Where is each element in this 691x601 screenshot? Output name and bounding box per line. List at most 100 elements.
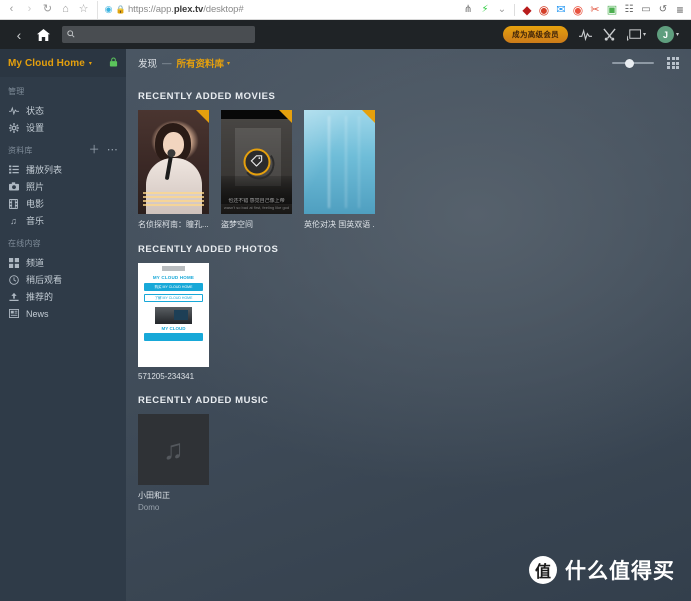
grid-view-icon[interactable]: [667, 57, 679, 69]
gear-icon: [8, 122, 19, 133]
cast-icon[interactable]: ▾: [626, 28, 646, 41]
eye-extension-icon[interactable]: ◉: [571, 2, 585, 18]
history-extension-icon[interactable]: ↺: [656, 2, 670, 18]
movies-row: 名侦探柯南：瞳孔... 也还不错 感觉自己像上帝 wasn't so bad a…: [138, 110, 679, 230]
search-input-wrapper[interactable]: [62, 26, 255, 43]
sidebar-item-playlists[interactable]: 播放列表: [0, 161, 126, 178]
movie-poster[interactable]: 也还不错 感觉自己像上帝 wasn't so bad at first, fee…: [221, 110, 292, 214]
back-icon[interactable]: ‹: [3, 1, 20, 18]
puzzle-extension-icon[interactable]: ▣: [605, 2, 619, 18]
main-content: 发现 — 所有资料库 ▾ RECENTLY ADDED MOVIES 名侦探柯南…: [126, 49, 691, 601]
breadcrumb-separator: —: [162, 57, 172, 69]
upload-icon: [8, 292, 19, 302]
art-shape: [144, 333, 203, 341]
sidebar-item-news[interactable]: News: [0, 305, 126, 322]
sidebar-group-title-libraries: 资料库 ＋ ⋯: [0, 136, 126, 161]
sidebar-item-music[interactable]: ♫ 音乐: [0, 212, 126, 229]
header-actions: 成为高级会员 ▾ J ▾: [503, 26, 683, 43]
poster-artwork: [304, 110, 375, 214]
view-controls: [612, 57, 679, 69]
photo-art-button-secondary: 了解 MY CLOUD HOME: [144, 294, 203, 302]
user-menu[interactable]: J ▾: [656, 26, 679, 43]
movie-card[interactable]: 英伦对决 国英双语 ...: [304, 110, 375, 230]
breadcrumb-all-libraries[interactable]: 所有资料库: [177, 56, 225, 70]
mail-extension-icon[interactable]: ✉: [554, 2, 568, 18]
app-back-icon[interactable]: ‹: [8, 24, 30, 46]
home-icon[interactable]: ⌂: [57, 1, 74, 18]
photo-art-button-primary: 购买 MY CLOUD HOME: [144, 283, 203, 291]
movie-poster[interactable]: [304, 110, 375, 214]
activity-icon[interactable]: [578, 28, 592, 41]
sidebar-group-title-online: 在线内容: [0, 229, 126, 254]
reload-icon[interactable]: ↻: [39, 1, 56, 18]
tag-icon[interactable]: [250, 155, 263, 170]
chevron-down-icon[interactable]: ⌄: [495, 2, 509, 18]
lock-icon: 🔒: [115, 5, 126, 14]
watermark-text: 什么值得买: [565, 559, 675, 583]
group-label: 在线内容: [8, 239, 41, 248]
movie-card[interactable]: 名侦探柯南：瞳孔...: [138, 110, 209, 230]
sidebar-item-channels[interactable]: 频道: [0, 254, 126, 271]
avatar[interactable]: J: [656, 26, 674, 43]
page-info-icon[interactable]: ◉: [104, 4, 113, 14]
device-extension-icon[interactable]: ▭: [639, 2, 653, 18]
breadcrumb: 发现 — 所有资料库 ▾: [126, 49, 691, 77]
app-home-icon[interactable]: [30, 24, 56, 46]
add-library-button[interactable]: ＋: [89, 145, 100, 156]
movie-card[interactable]: 也还不错 感觉自己像上帝 wasn't so bad at first, fee…: [221, 110, 292, 230]
photo-thumbnail[interactable]: MY CLOUD HOME 购买 MY CLOUD HOME 了解 MY CLO…: [138, 263, 209, 367]
sidebar-item-watch-later[interactable]: 稍后观看: [0, 271, 126, 288]
album-thumbnail[interactable]: ♫: [138, 414, 209, 485]
user-caret-icon[interactable]: ▾: [676, 31, 679, 38]
channels-grid-icon: [8, 257, 19, 268]
cast-caret-icon[interactable]: ▾: [643, 31, 646, 38]
menu-icon[interactable]: ≡: [673, 2, 687, 18]
album-card[interactable]: ♫ 小田和正 Domo: [138, 414, 209, 512]
share-icon[interactable]: ⋔: [461, 2, 475, 18]
poster-artwork: [138, 110, 209, 214]
bookmark-star-icon[interactable]: ☆: [75, 1, 92, 18]
shield-extension-icon[interactable]: ◆: [520, 2, 534, 18]
section-title: RECENTLY ADDED MUSIC: [138, 395, 269, 406]
sidebar-item-label: 频道: [26, 258, 45, 268]
browser-extensions: ⋔ ⚡ ⌄ ◆ ◉ ✉ ◉ ✂ ▣ ☷ ▭ ↺ ≡: [461, 2, 691, 18]
search-input[interactable]: [79, 29, 250, 40]
watermark-logo-icon: 值: [529, 556, 557, 584]
chevron-down-icon[interactable]: ▾: [89, 60, 92, 67]
section-recently-added-music: RECENTLY ADDED MUSIC ♫ 小田和正 Domo: [126, 395, 691, 512]
sidebar-item-settings[interactable]: 设置: [0, 119, 126, 136]
server-selector[interactable]: My Cloud Home ▾: [0, 49, 126, 77]
movie-poster[interactable]: [138, 110, 209, 214]
app-header: ‹ 成为高级会员 ▾ J ▾: [0, 20, 691, 49]
target-extension-icon[interactable]: ◉: [537, 2, 551, 18]
zoom-slider[interactable]: [612, 58, 654, 68]
sidebar-item-movies[interactable]: 电影: [0, 195, 126, 212]
group-label: 管理: [8, 87, 25, 96]
flash-icon[interactable]: ⚡: [478, 2, 492, 18]
sidebar-item-label: 状态: [26, 106, 45, 116]
library-more-button[interactable]: ⋯: [107, 145, 118, 156]
scissors-extension-icon[interactable]: ✂: [588, 2, 602, 18]
premium-upgrade-button[interactable]: 成为高级会员: [503, 26, 568, 43]
zoom-slider-knob[interactable]: [625, 58, 634, 68]
toolbar-divider: [514, 3, 515, 16]
tools-wrench-icon[interactable]: [603, 28, 616, 41]
library-group-actions: ＋ ⋯: [89, 145, 118, 156]
sidebar-item-photos[interactable]: 照片: [0, 178, 126, 195]
chevron-down-icon[interactable]: ▾: [227, 60, 230, 67]
apps-extension-icon[interactable]: ☷: [622, 2, 636, 18]
art-shape: [162, 266, 185, 271]
news-icon: [8, 309, 19, 318]
forward-icon[interactable]: ›: [21, 1, 38, 18]
breadcrumb-discover[interactable]: 发现: [138, 56, 157, 70]
unwatched-badge-icon: [279, 110, 292, 123]
sidebar-item-label: 照片: [26, 182, 45, 192]
unwatched-badge-icon: [196, 110, 209, 123]
section-title: RECENTLY ADDED PHOTOS: [138, 244, 279, 255]
sidebar-item-status[interactable]: 状态: [0, 102, 126, 119]
sidebar-item-recommended[interactable]: 推荐的: [0, 288, 126, 305]
album-artist: 小田和正: [138, 491, 170, 500]
photo-card[interactable]: MY CLOUD HOME 购买 MY CLOUD HOME 了解 MY CLO…: [138, 263, 209, 381]
address-bar[interactable]: ◉ 🔒 https://app.plex.tv/desktop#: [97, 0, 461, 19]
server-name: My Cloud Home: [8, 57, 85, 69]
